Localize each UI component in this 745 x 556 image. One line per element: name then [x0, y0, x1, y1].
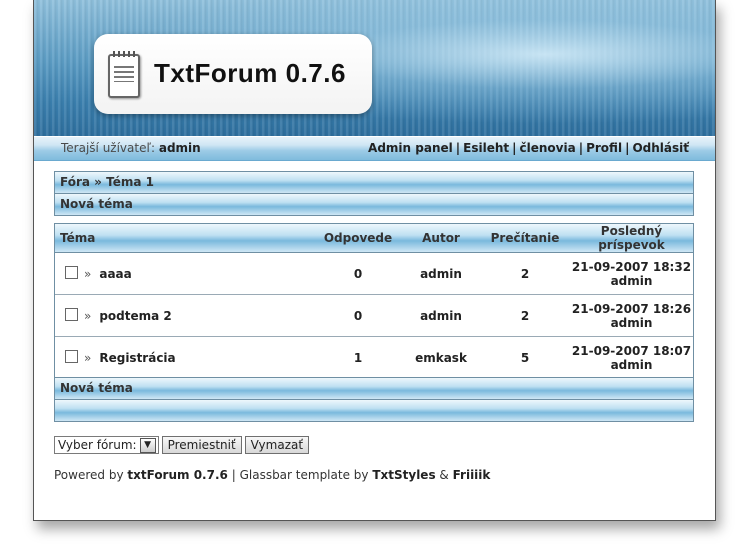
replies-count: 0	[314, 252, 402, 295]
chevron-down-icon[interactable]: ▼	[139, 438, 156, 453]
nav-members[interactable]: členovia	[520, 141, 576, 155]
header-banner: TxtForum 0.7.6	[34, 0, 715, 136]
author-name: admin	[402, 252, 480, 295]
views-count: 5	[520, 350, 530, 365]
row-arrow: »	[84, 308, 92, 323]
notepad-icon	[108, 51, 140, 98]
footer: Powered by txtForum 0.7.6 | Glassbar tem…	[54, 468, 491, 482]
topics-table: Téma Odpovede Autor Prečítanie Posledný …	[55, 224, 693, 378]
topic-link[interactable]: podtema 2	[99, 309, 171, 323]
forum-select[interactable]: Vyber fórum: ▼	[54, 436, 159, 454]
last-post-user: admin	[610, 357, 653, 372]
move-button[interactable]: Premiestniť	[161, 436, 242, 454]
page-container: TxtForum 0.7.6 Terajší užívateľ: admin A…	[33, 0, 716, 521]
views-count: 2	[480, 252, 570, 295]
breadcrumb: Fóra » Téma 1	[55, 172, 693, 194]
col-author: Autor	[402, 224, 480, 253]
nav-logout[interactable]: Odhlásiť	[632, 141, 689, 155]
forum-select-value: Vyber fórum:	[58, 438, 137, 452]
breadcrumb-forums[interactable]: Fóra	[60, 175, 90, 189]
table-row: » Registrácia 1 emkask 5 21-09-2007 18:07…	[55, 337, 693, 379]
logo-title: TxtForum 0.7.6	[154, 58, 346, 88]
col-topic: Téma	[55, 224, 314, 253]
delete-button[interactable]: Vymazať	[244, 436, 310, 454]
current-user: Terajší užívateľ: admin	[61, 141, 201, 155]
replies-count: 1	[353, 350, 363, 365]
last-post-date: 21-09-2007 18:26	[571, 301, 692, 316]
col-last-post: Posledný príspevok	[570, 224, 693, 253]
col-views: Prečítanie	[480, 224, 570, 253]
last-post: 21-09-2007 18:32 admin	[570, 252, 693, 295]
current-user-name: admin	[158, 141, 201, 155]
nav-esileht[interactable]: Esileht	[463, 141, 509, 155]
footer-author-txtstyles[interactable]: TxtStyles	[372, 468, 435, 482]
footer-product: txtForum 0.7.6	[127, 468, 228, 482]
replies-count: 0	[314, 294, 402, 337]
bottom-new-topic-link[interactable]: Nová téma	[60, 381, 133, 395]
user-bar: Terajší užívateľ: admin Admin panel | Esil…	[34, 136, 715, 161]
table-row: » aaaa 0 admin 2 21-09-2007 18:32 admin	[55, 252, 693, 295]
table-row: » podtema 2 0 admin 2 21-09-2007 18:26 adm…	[55, 294, 693, 337]
checkbox-icon[interactable]	[65, 307, 78, 321]
breadcrumb-current[interactable]: Téma 1	[106, 175, 154, 189]
footer-author-friiiik[interactable]: Friiiik	[453, 468, 491, 482]
current-user-label: Terajší užívateľ:	[61, 141, 156, 155]
last-post: 21-09-2007 18:26 admin	[570, 294, 693, 337]
row-arrow: »	[84, 350, 92, 365]
bottom-empty-bar	[55, 400, 693, 421]
new-topic-bar: Nová téma	[55, 194, 693, 215]
last-post-user: admin	[610, 315, 653, 330]
bottom-new-topic-panel: Nová téma	[54, 377, 694, 422]
user-nav: Admin panel | Esileht | členovia | Profil | Odhl…	[368, 141, 689, 155]
nav-profile[interactable]: Profil	[586, 141, 622, 155]
last-post: 21-09-2007 18:07 admin	[570, 337, 693, 379]
col-replies: Odpovede	[314, 224, 402, 253]
topics-panel: Téma Odpovede Autor Prečítanie Posledný …	[54, 223, 694, 379]
author-name: emkask	[415, 350, 467, 365]
last-post-date: 21-09-2007 18:07	[571, 343, 692, 358]
topic-link[interactable]: aaaa	[99, 267, 131, 281]
author-name: admin	[402, 294, 480, 337]
checkbox-icon[interactable]	[65, 349, 78, 363]
logo[interactable]: TxtForum 0.7.6	[94, 34, 372, 114]
breadcrumb-panel: Fóra » Téma 1 Nová téma	[54, 171, 694, 216]
views-count: 2	[480, 294, 570, 337]
last-post-user: admin	[610, 273, 653, 288]
topic-link[interactable]: Registrácia	[99, 351, 175, 365]
nav-admin-panel[interactable]: Admin panel	[368, 141, 453, 155]
new-topic-link[interactable]: Nová téma	[60, 197, 133, 211]
checkbox-icon[interactable]	[65, 265, 78, 279]
bottom-new-topic-bar: Nová téma	[55, 378, 693, 400]
row-arrow: »	[84, 266, 92, 281]
last-post-date: 21-09-2007 18:32	[571, 259, 692, 274]
table-header: Téma Odpovede Autor Prečítanie Posledný …	[55, 224, 693, 253]
moderation-controls: Vyber fórum: ▼ Premiestniť Vymazať	[54, 436, 310, 454]
